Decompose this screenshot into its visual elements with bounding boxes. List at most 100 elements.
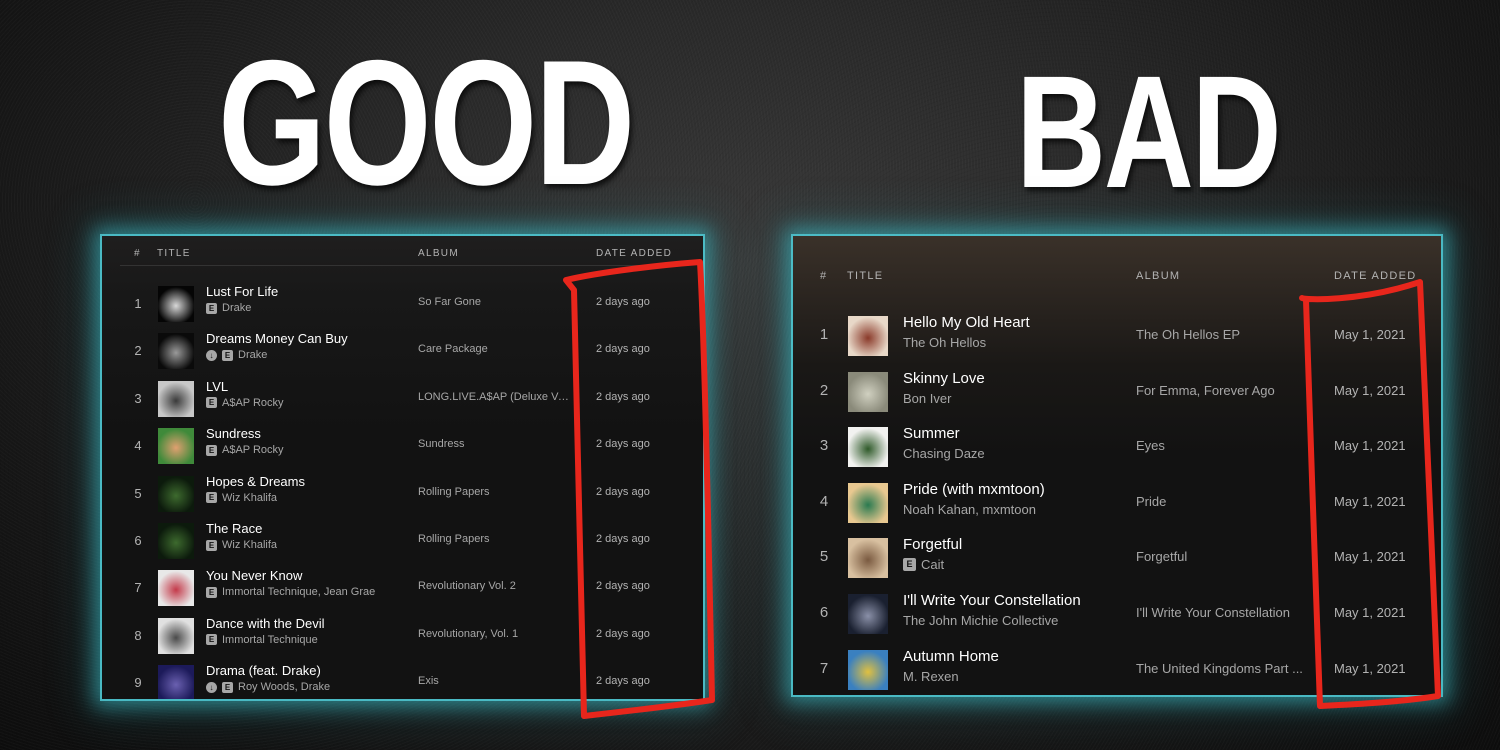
track-artist-link[interactable]: Wiz Khalifa xyxy=(222,539,277,551)
track-title[interactable]: Pride (with mxmtoon) xyxy=(903,481,1045,498)
album-art-thumbnail xyxy=(158,665,194,699)
track-artist-link[interactable]: A$AP Rocky xyxy=(222,444,284,456)
track-row[interactable]: 4 Sundress E A$AP Rocky Sundress 2 days ago xyxy=(102,426,703,474)
track-album-link[interactable]: Forgetful xyxy=(1136,549,1187,564)
track-album-link[interactable]: Sundress xyxy=(418,438,464,450)
column-header-number[interactable]: # xyxy=(134,248,141,259)
album-art-thumbnail xyxy=(848,316,888,356)
track-title[interactable]: Skinny Love xyxy=(903,370,985,387)
track-album-link[interactable]: Revolutionary Vol. 2 xyxy=(418,580,516,592)
track-artist-link[interactable]: Drake xyxy=(222,302,251,314)
track-row[interactable]: 3 LVL E A$AP Rocky LONG.LIVE.A$AP (Deluxe Ve… xyxy=(102,379,703,427)
column-header-album[interactable]: Album xyxy=(418,248,459,259)
track-title[interactable]: Summer xyxy=(903,425,960,442)
album-art-thumbnail xyxy=(158,333,194,370)
track-title[interactable]: Hello My Old Heart xyxy=(903,314,1030,331)
column-header-title[interactable]: Title xyxy=(157,248,191,259)
album-art-thumbnail xyxy=(158,570,194,607)
track-artist-link[interactable]: Noah Kahan, mxmtoon xyxy=(903,502,1036,517)
track-album-link[interactable]: Revolutionary, Vol. 1 xyxy=(418,628,518,640)
track-album-link[interactable]: Exis xyxy=(418,675,439,687)
explicit-badge-icon: E xyxy=(206,492,217,504)
track-date-added: 2 days ago xyxy=(596,296,650,308)
track-row[interactable]: 6 The Race E Wiz Khalifa Rolling Papers 2 day… xyxy=(102,521,703,569)
track-number: 7 xyxy=(819,659,829,677)
track-artist-link[interactable]: Immortal Technique xyxy=(222,634,318,646)
track-artist-link[interactable]: The John Michie Collective xyxy=(903,613,1058,628)
track-album-link[interactable]: The Oh Hellos EP xyxy=(1136,327,1240,342)
track-subtitle: E A$AP Rocky xyxy=(206,397,284,409)
track-date-added: 2 days ago xyxy=(596,627,650,640)
track-title[interactable]: Forgetful xyxy=(903,536,962,553)
track-title[interactable]: The Race xyxy=(206,521,262,536)
track-title[interactable]: I'll Write Your Constellation xyxy=(903,592,1081,609)
track-date-added: May 1, 2021 xyxy=(1334,438,1406,454)
track-title[interactable]: Autumn Home xyxy=(903,648,999,665)
track-title[interactable]: Hopes & Dreams xyxy=(206,474,305,489)
explicit-badge-icon: E xyxy=(206,539,217,551)
track-artist-link[interactable]: Drake xyxy=(238,349,267,361)
track-album-link[interactable]: Eyes xyxy=(1136,438,1165,453)
track-artist-link[interactable]: Chasing Daze xyxy=(903,446,985,461)
track-row[interactable]: 5 Forgetful E Cait Forgetful May 1, 2021 xyxy=(793,536,1441,584)
column-header-date-added[interactable]: Date Added xyxy=(596,248,672,259)
track-artist-link[interactable]: The Oh Hellos xyxy=(903,335,986,350)
track-artist-link[interactable]: Wiz Khalifa xyxy=(222,492,277,504)
track-date-added: May 1, 2021 xyxy=(1334,382,1406,398)
track-album-link[interactable]: Pride xyxy=(1136,494,1166,509)
track-row[interactable]: 2 Skinny Love Bon Iver For Emma, Forever Ag… xyxy=(793,370,1441,418)
track-title[interactable]: LVL xyxy=(206,379,228,394)
track-title[interactable]: Dance with the Devil xyxy=(206,616,325,631)
column-header-album[interactable]: Album xyxy=(1136,270,1180,282)
track-title[interactable]: Sundress xyxy=(206,426,261,441)
track-subtitle: ↓ E Roy Woods, Drake xyxy=(206,681,330,693)
track-row[interactable]: 7 Autumn Home M. Rexen The United Kingdoms … xyxy=(793,648,1441,695)
track-title[interactable]: Dreams Money Can Buy xyxy=(206,331,348,346)
track-subtitle: E Cait xyxy=(903,557,944,572)
explicit-badge-icon: E xyxy=(222,681,233,693)
track-album-link[interactable]: For Emma, Forever Ago xyxy=(1136,383,1275,398)
album-art-thumbnail xyxy=(848,649,888,690)
track-row[interactable]: 3 Summer Chasing Daze Eyes May 1, 2021 xyxy=(793,425,1441,473)
column-header-date-added[interactable]: Date Added xyxy=(1334,270,1416,282)
track-number: 1 xyxy=(134,296,142,311)
track-row[interactable]: 4 Pride (with mxmtoon) Noah Kahan, mxmtoon… xyxy=(793,481,1441,529)
track-number: 5 xyxy=(134,485,142,501)
track-artist-link[interactable]: A$AP Rocky xyxy=(222,397,284,409)
track-artist-link[interactable]: M. Rexen xyxy=(903,669,959,684)
track-album-link[interactable]: Rolling Papers xyxy=(418,533,490,545)
track-title[interactable]: Drama (feat. Drake) xyxy=(206,663,321,678)
track-artist-link[interactable]: Bon Iver xyxy=(903,391,951,406)
track-title[interactable]: Lust For Life xyxy=(206,284,278,299)
track-row[interactable]: 5 Hopes & Dreams E Wiz Khalifa Rolling Paper… xyxy=(102,474,703,522)
track-title[interactable]: You Never Know xyxy=(206,568,302,583)
track-number: 2 xyxy=(134,343,142,359)
track-number: 9 xyxy=(134,675,142,691)
track-subtitle: E Immortal Technique, Jean Grae xyxy=(206,586,375,598)
track-row[interactable]: 8 Dance with the Devil E Immortal Technique… xyxy=(102,616,703,664)
track-row[interactable]: 1 Lust For Life E Drake So Far Gone 2 days ag… xyxy=(102,284,703,332)
track-subtitle: M. Rexen xyxy=(903,669,959,684)
track-row[interactable]: 1 Hello My Old Heart The Oh Hellos The Oh H… xyxy=(793,314,1441,362)
track-row[interactable]: 7 You Never Know E Immortal Technique, Jean… xyxy=(102,568,703,616)
track-album-link[interactable]: I'll Write Your Constellation xyxy=(1136,605,1290,620)
explicit-badge-icon: E xyxy=(206,302,217,314)
track-album-link[interactable]: LONG.LIVE.A$AP (Deluxe Version) xyxy=(418,391,570,403)
track-row[interactable]: 2 Dreams Money Can Buy ↓ E Drake Care Package… xyxy=(102,331,703,379)
track-artist-link[interactable]: Immortal Technique, Jean Grae xyxy=(222,586,375,598)
track-artist-link[interactable]: Roy Woods, Drake xyxy=(238,681,330,693)
track-artist-link[interactable]: Cait xyxy=(921,557,944,572)
track-album-link[interactable]: Rolling Papers xyxy=(418,486,490,498)
track-subtitle: E Wiz Khalifa xyxy=(206,492,277,504)
track-subtitle: E A$AP Rocky xyxy=(206,444,284,456)
track-number: 4 xyxy=(134,438,142,454)
track-album-link[interactable]: The United Kingdoms Part ... xyxy=(1136,661,1303,676)
track-album-link[interactable]: Care Package xyxy=(418,343,488,355)
track-album-link[interactable]: So Far Gone xyxy=(418,296,481,308)
column-header-title[interactable]: Title xyxy=(847,270,883,282)
track-row[interactable]: 9 Drama (feat. Drake) ↓ E Roy Woods, Drake Ex… xyxy=(102,663,703,699)
track-subtitle: Bon Iver xyxy=(903,391,951,406)
track-row[interactable]: 6 I'll Write Your Constellation The John M… xyxy=(793,592,1441,640)
column-header-number[interactable]: # xyxy=(820,270,827,282)
track-date-added: 2 days ago xyxy=(596,580,650,593)
